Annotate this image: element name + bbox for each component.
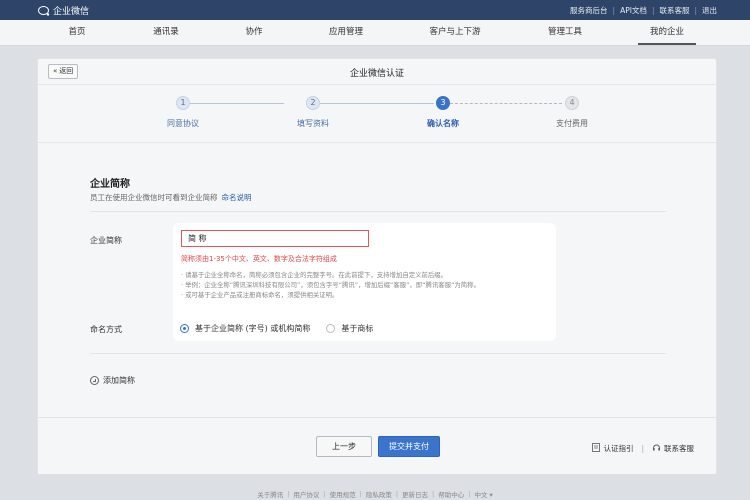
step-4-circle: 4 [565, 96, 579, 110]
section-title: 企业简称 [90, 179, 130, 190]
note-line: · 举例：企业全称“腾讯深圳科技有限公司”，须包含字号“腾讯”，增加后缀“客服”… [181, 281, 480, 289]
section-desc-text: 员工在使用企业微信时可看到企业简称 [90, 193, 218, 202]
section-description: 员工在使用企业微信时可看到企业简称 命名说明 [90, 192, 252, 203]
contact-support-label: 联系客服 [664, 444, 694, 453]
naming-option-label: 基于企业简称 (字号) 或机构简称 [195, 324, 311, 333]
step-3-circle: 3 [436, 96, 450, 110]
divider: | [287, 490, 290, 498]
add-short-name-button[interactable]: 添加简称 [90, 375, 135, 386]
page-title: 企业微信认证 [349, 69, 404, 79]
progress-steps: 1 同意协议 2 填写资料 3 确认名称 4 支付费用 [38, 85, 716, 143]
naming-option-label: 基于商标 [341, 324, 374, 333]
top-bar: 企业微信 服务商后台 | API文档 | 联系客服 | 退出 [0, 0, 750, 20]
step-1-label: 同意协议 [167, 119, 199, 128]
divider [90, 353, 666, 354]
nav-item-home[interactable]: 首页 [68, 20, 85, 45]
nav-item-tools[interactable]: 管理工具 [548, 20, 582, 45]
contact-support-link[interactable]: 联系客服 [652, 443, 694, 454]
verification-guide-label: 认证指引 [603, 444, 634, 453]
action-bar: 上一步 提交并支付 认证指引 | 联系客服 [38, 417, 716, 474]
caret-down-icon: ▾ [489, 491, 493, 499]
add-short-name-label: 添加简称 [103, 376, 135, 385]
step-4-label: 支付费用 [556, 119, 588, 128]
footer-link-about[interactable]: 关于腾讯 [257, 489, 283, 499]
radio-checked-icon[interactable] [180, 324, 189, 333]
step-1-circle: 1 [176, 96, 190, 110]
step-3-label: 确认名称 [427, 119, 459, 128]
step-2-circle: 2 [306, 96, 320, 110]
divider: | [641, 444, 644, 453]
divider: | [395, 490, 399, 498]
divider [90, 211, 666, 212]
naming-notes: · 请基于企业全称命名，简称必须包含企业的完整字号。在此前提下，支持增加自定义前… [181, 270, 551, 300]
top-link-api-docs[interactable]: API文档 [620, 5, 647, 16]
footer-link-help[interactable]: 帮助中心 [438, 489, 464, 499]
language-label: 中文 [474, 491, 488, 499]
card-header: « 返回 企业微信认证 [38, 59, 716, 85]
naming-method-label: 命名方式 [90, 325, 122, 334]
wecom-logo-icon [38, 5, 50, 16]
step-2-label: 填写资料 [297, 119, 329, 128]
note-line: · 或可基于企业产品或注册商标命名，须提供相关证明。 [181, 291, 339, 299]
naming-option-trademark[interactable]: 基于商标 [326, 323, 373, 334]
submit-and-pay-button[interactable]: 提交并支付 [378, 436, 440, 457]
naming-option-company[interactable]: 基于企业简称 (字号) 或机构简称 [180, 323, 310, 334]
top-link-support[interactable]: 联系客服 [659, 5, 689, 16]
plus-circle-icon [90, 376, 99, 385]
divider: | [651, 6, 655, 15]
headset-icon [652, 443, 661, 454]
page-footer: 关于腾讯 | 用户协议 | 使用规范 | 隐私政策 | 更新日志 | 帮助中心 … [0, 489, 750, 499]
top-link-provider[interactable]: 服务商后台 [570, 5, 608, 16]
footer-link-privacy[interactable]: 隐私政策 [366, 489, 392, 499]
divider: | [612, 6, 616, 15]
verification-card: « 返回 企业微信认证 1 同意协议 2 填写资料 3 确认名称 4 支付费用 … [37, 58, 717, 474]
top-link-logout[interactable]: 退出 [702, 5, 717, 16]
logo[interactable]: 企业微信 [38, 4, 89, 17]
help-links: 认证指引 | 联系客服 [592, 443, 694, 454]
divider: | [432, 490, 435, 498]
step-connector [190, 103, 284, 104]
short-name-input[interactable] [181, 230, 369, 247]
note-line: · 请基于企业全称命名，简称必须包含企业的完整字号。在此前提下，支持增加自定义前… [181, 271, 448, 279]
main-nav: 首页 通讯录 协作 应用管理 客户与上下游 管理工具 我的企业 [0, 20, 750, 46]
nav-item-apps[interactable]: 应用管理 [329, 20, 363, 45]
logo-text: 企业微信 [53, 7, 90, 17]
naming-method-options: 基于企业简称 (字号) 或机构简称 基于商标 [180, 323, 373, 334]
step-connector [320, 103, 434, 104]
footer-link-rules[interactable]: 使用规范 [330, 489, 356, 499]
nav-item-customers[interactable]: 客户与上下游 [429, 20, 480, 45]
top-links: 服务商后台 | API文档 | 联系客服 | 退出 [570, 5, 717, 16]
divider: | [468, 490, 471, 498]
nav-item-collaboration[interactable]: 协作 [245, 20, 262, 45]
divider: | [359, 490, 362, 498]
language-selector[interactable]: 中文 ▾ [474, 489, 492, 499]
step-connector [450, 103, 562, 104]
footer-link-agreement[interactable]: 用户协议 [293, 489, 319, 499]
radio-unchecked-icon[interactable] [326, 324, 336, 333]
naming-guide-link[interactable]: 命名说明 [222, 193, 252, 202]
short-name-label: 企业简称 [90, 236, 122, 245]
divider: | [323, 490, 326, 498]
nav-item-contacts[interactable]: 通讯录 [153, 20, 179, 45]
verification-guide-link[interactable]: 认证指引 [592, 443, 633, 454]
document-icon [592, 443, 601, 454]
nav-item-my-company[interactable]: 我的企业 [637, 20, 697, 45]
divider: | [694, 6, 697, 15]
previous-step-button[interactable]: 上一步 [316, 436, 372, 457]
validation-error: 简称须由1-35个中文、英文、数字及合法字符组成 [181, 255, 337, 263]
footer-link-changelog[interactable]: 更新日志 [402, 489, 428, 499]
